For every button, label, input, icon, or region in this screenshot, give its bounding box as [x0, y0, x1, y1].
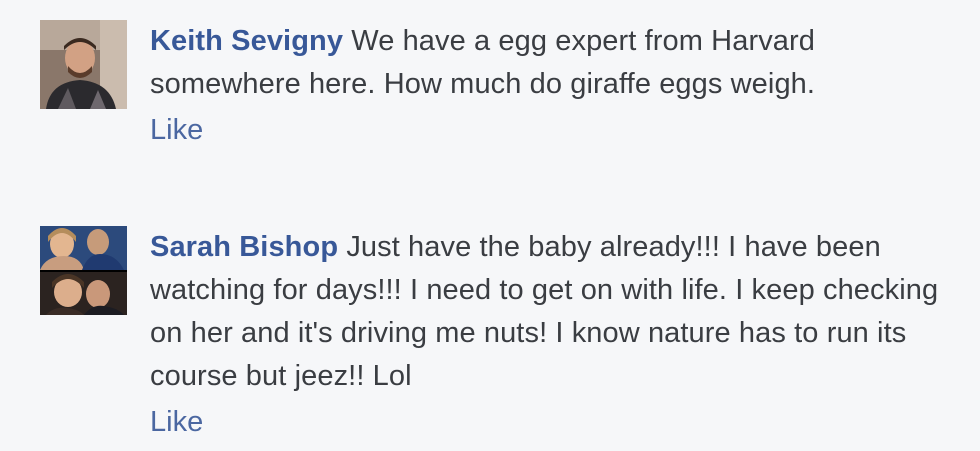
avatar[interactable] — [40, 20, 127, 109]
comment-author-link[interactable]: Sarah Bishop — [150, 231, 338, 263]
comment-author-link[interactable]: Keith Sevigny — [150, 25, 343, 57]
comment-text: Keith Sevigny We have a egg expert from … — [150, 20, 950, 106]
profile-photo-icon — [40, 20, 127, 109]
like-link[interactable]: Like — [150, 110, 203, 150]
comment-text: Sarah Bishop Just have the baby already!… — [150, 226, 950, 398]
profile-photo-icon — [40, 226, 127, 315]
comment-body: Sarah Bishop Just have the baby already!… — [150, 226, 950, 442]
avatar[interactable] — [40, 226, 127, 315]
comment-body: Keith Sevigny We have a egg expert from … — [150, 20, 950, 150]
like-link[interactable]: Like — [150, 402, 203, 442]
